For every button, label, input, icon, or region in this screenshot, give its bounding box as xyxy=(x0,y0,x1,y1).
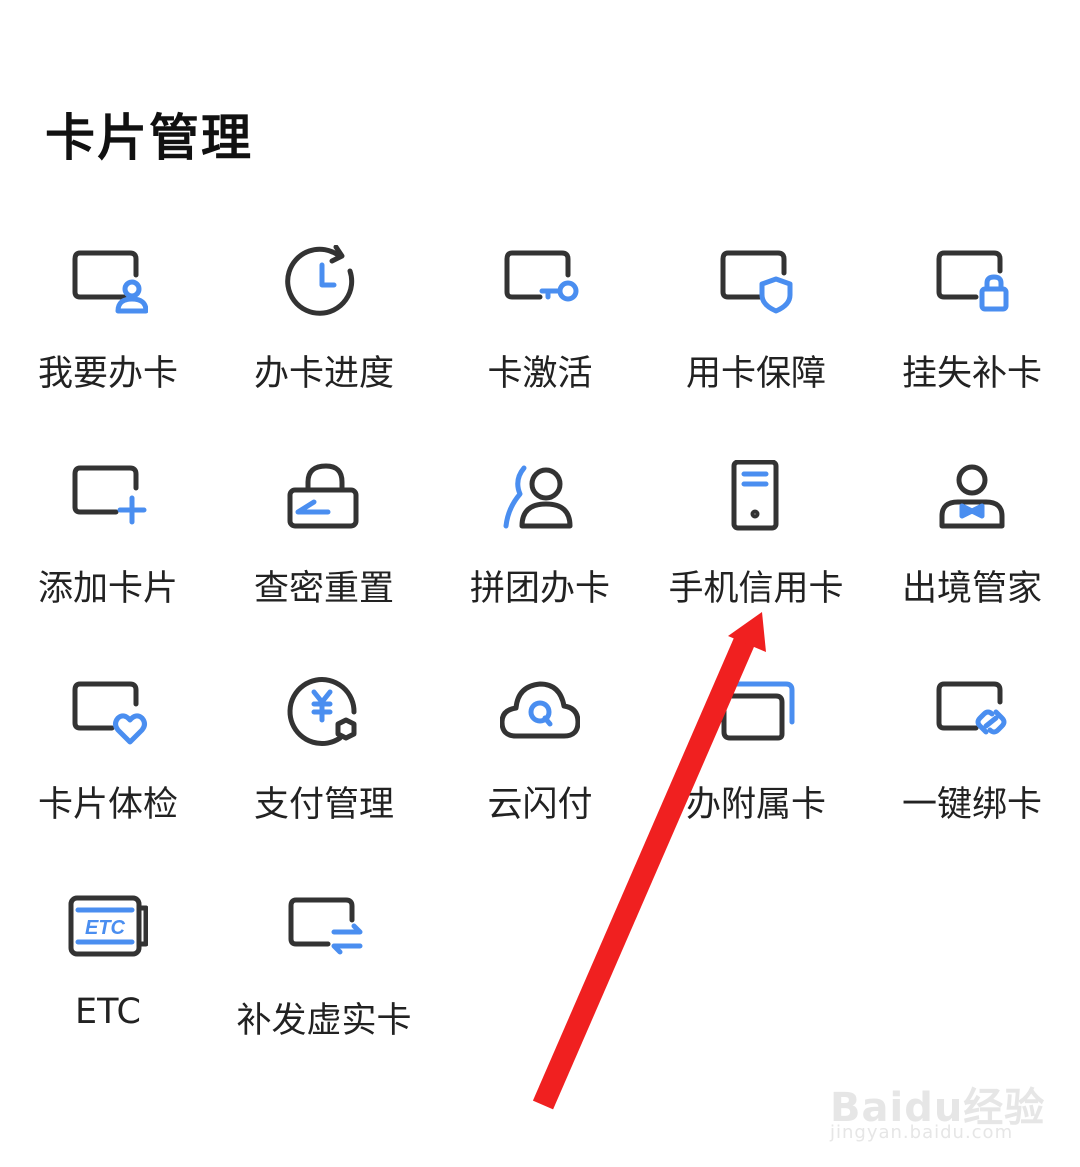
menu-item-label: 办附属卡 xyxy=(685,785,826,825)
menu-item-card-checkup[interactable]: 卡片体检 xyxy=(0,676,216,876)
menu-item-label: 挂失补卡 xyxy=(901,354,1042,394)
cloud-q-icon xyxy=(500,676,580,766)
menu-item-cloud-quickpass[interactable]: 云闪付 xyxy=(432,676,648,876)
butler-icon xyxy=(932,460,1012,550)
clock-refresh-icon xyxy=(284,245,364,335)
menu-item-etc[interactable]: ETC ETC xyxy=(0,892,216,1092)
menu-item-label: 一键绑卡 xyxy=(901,785,1042,825)
phone-card-icon xyxy=(716,460,796,550)
menu-item-mobile-credit-card[interactable]: 手机信用卡 xyxy=(648,460,864,660)
menu-item-label: 云闪付 xyxy=(487,785,593,825)
menu-item-label: 支付管理 xyxy=(253,785,394,825)
menu-item-label: 拼团办卡 xyxy=(469,569,610,609)
menu-item-add-card[interactable]: 添加卡片 xyxy=(0,460,216,660)
menu-item-reissue-card[interactable]: 补发虚实卡 xyxy=(216,892,432,1092)
group-user-icon xyxy=(500,460,580,550)
menu-item-label: ETC xyxy=(75,992,141,1032)
menu-item-label: 补发虚实卡 xyxy=(236,1001,412,1041)
menu-item-label: 办卡进度 xyxy=(253,354,394,394)
menu-item-label: 我要办卡 xyxy=(37,354,178,394)
card-link-icon xyxy=(932,676,1012,766)
menu-item-card-protection[interactable]: 用卡保障 xyxy=(648,245,864,445)
svg-text:ETC: ETC xyxy=(85,917,126,939)
card-heart-icon xyxy=(68,676,148,766)
menu-item-application-progress[interactable]: 办卡进度 xyxy=(216,245,432,445)
menu-item-label: 查密重置 xyxy=(253,569,394,609)
card-key-icon xyxy=(500,245,580,335)
card-plus-icon xyxy=(68,460,148,550)
card-shield-icon xyxy=(716,245,796,335)
menu-item-label: 出境管家 xyxy=(901,569,1042,609)
menu-item-label: 手机信用卡 xyxy=(668,569,844,609)
etc-card-icon: ETC xyxy=(68,892,148,982)
card-management-grid: 我要办卡 办卡进度 卡激活 用卡保障 挂失补卡 添加卡片 查密重置 拼团办卡 手… xyxy=(0,0,1080,1167)
menu-item-supplementary-card[interactable]: 办附属卡 xyxy=(648,676,864,876)
menu-item-label: 卡片体检 xyxy=(37,785,178,825)
menu-item-label: 卡激活 xyxy=(487,354,593,394)
menu-item-one-click-bind[interactable]: 一键绑卡 xyxy=(864,676,1080,876)
yuan-settings-icon xyxy=(284,676,364,766)
menu-item-label: 用卡保障 xyxy=(685,354,826,394)
menu-item-card-activation[interactable]: 卡激活 xyxy=(432,245,648,445)
menu-item-payment-management[interactable]: 支付管理 xyxy=(216,676,432,876)
card-user-icon xyxy=(68,245,148,335)
menu-item-group-apply[interactable]: 拼团办卡 xyxy=(432,460,648,660)
menu-item-travel-butler[interactable]: 出境管家 xyxy=(864,460,1080,660)
unlock-arrow-icon xyxy=(284,460,364,550)
menu-item-password-reset[interactable]: 查密重置 xyxy=(216,460,432,660)
baidu-watermark-url: jingyan.baidu.com xyxy=(830,1122,1014,1143)
menu-item-label: 添加卡片 xyxy=(37,569,178,609)
menu-item-apply-card[interactable]: 我要办卡 xyxy=(0,245,216,445)
menu-item-report-loss[interactable]: 挂失补卡 xyxy=(864,245,1080,445)
card-lock-icon xyxy=(932,245,1012,335)
stacked-cards-icon xyxy=(716,676,796,766)
card-exchange-icon xyxy=(284,892,364,982)
